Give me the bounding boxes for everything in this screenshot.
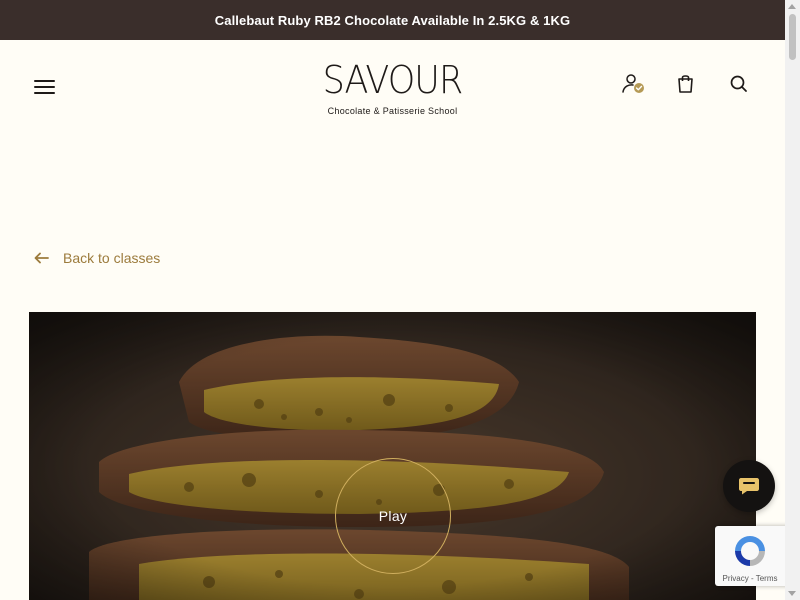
- announcement-bar[interactable]: Callebaut Ruby RB2 Chocolate Available I…: [0, 0, 785, 40]
- recaptcha-logo-icon: [735, 536, 765, 566]
- site-header: SAVOUR Chocolate & Patisserie School: [0, 40, 785, 130]
- recaptcha-terms-link[interactable]: Terms: [756, 574, 778, 583]
- search-icon[interactable]: [729, 73, 751, 95]
- scroll-down-arrow-icon[interactable]: [788, 591, 796, 596]
- recaptcha-links: Privacy - Terms: [715, 574, 785, 583]
- announcement-text[interactable]: Callebaut Ruby RB2 Chocolate Available I…: [215, 13, 570, 28]
- recaptcha-badge[interactable]: Privacy - Terms: [715, 526, 785, 586]
- play-label: Play: [378, 508, 408, 524]
- scrollbar-thumb[interactable]: [789, 14, 796, 60]
- scroll-up-arrow-icon[interactable]: [788, 4, 796, 9]
- back-link-label[interactable]: Back to classes: [63, 250, 160, 266]
- recaptcha-separator: -: [748, 574, 756, 583]
- page-viewport: Callebaut Ruby RB2 Chocolate Available I…: [0, 0, 785, 600]
- recaptcha-privacy-link[interactable]: Privacy: [723, 574, 749, 583]
- play-button[interactable]: Play: [335, 458, 451, 574]
- arrow-left-icon: [34, 252, 49, 264]
- site-logo[interactable]: SAVOUR Chocolate & Patisserie School: [310, 60, 475, 116]
- chat-launcher-button[interactable]: [723, 460, 775, 512]
- logo-wordmark: SAVOUR: [322, 58, 464, 102]
- hamburger-menu-icon[interactable]: [34, 76, 56, 94]
- cart-icon[interactable]: [676, 73, 698, 95]
- chat-bubble-icon: [739, 478, 759, 495]
- back-to-classes-link[interactable]: Back to classes: [34, 250, 160, 266]
- account-icon[interactable]: [621, 73, 644, 95]
- logo-tagline: Chocolate & Patisserie School: [327, 106, 458, 116]
- page-scrollbar[interactable]: [785, 0, 800, 600]
